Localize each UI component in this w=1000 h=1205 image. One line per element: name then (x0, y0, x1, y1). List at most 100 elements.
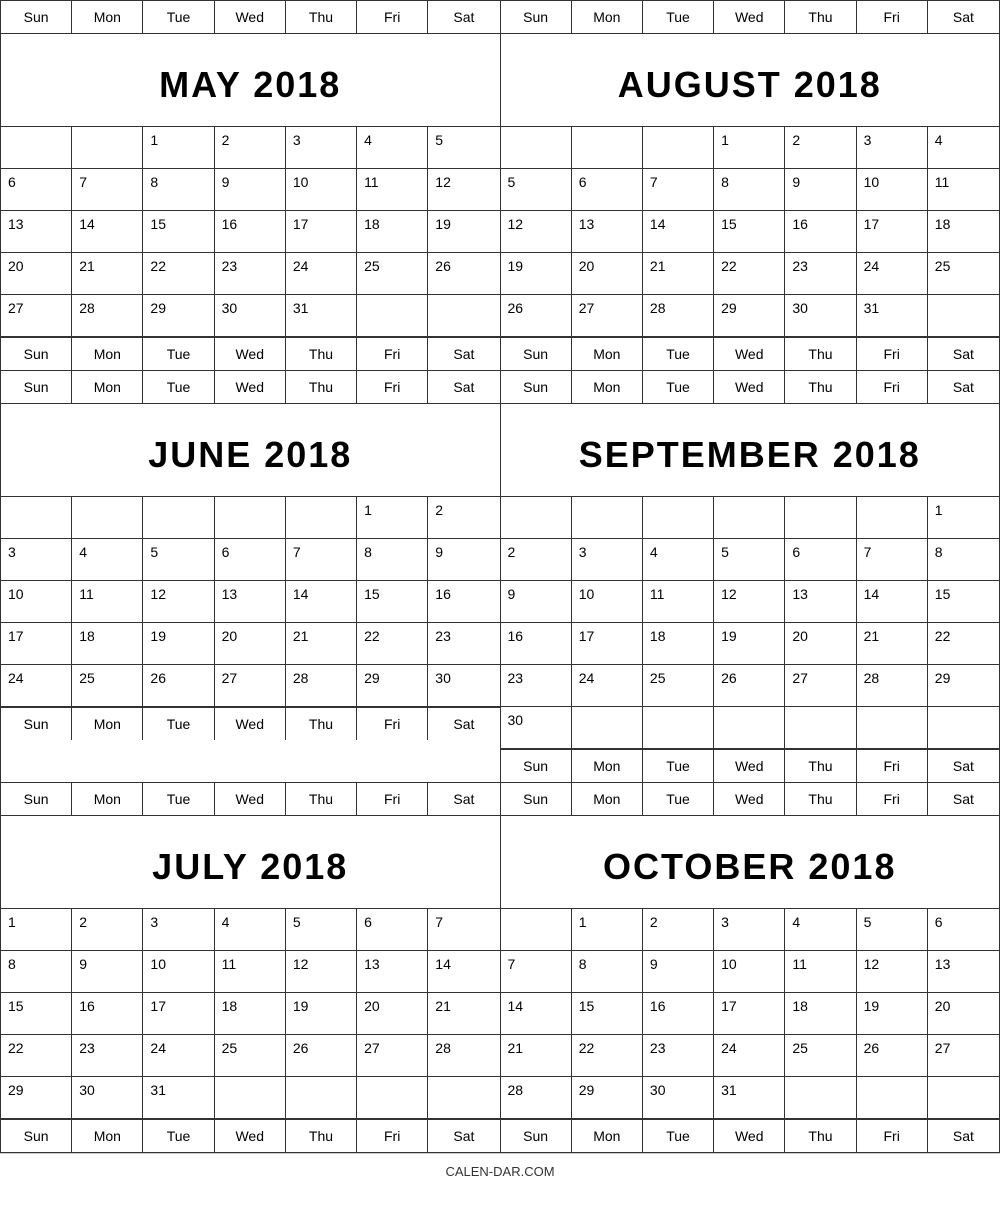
month-title: AUGUST 2018 (501, 64, 1000, 106)
day-cell: 8 (928, 539, 999, 581)
day-cell: 18 (72, 623, 143, 665)
day-cell: 2 (428, 497, 499, 539)
day-cell: 7 (643, 169, 714, 211)
day-cell: 6 (1, 169, 72, 211)
day-cell: 2 (72, 909, 143, 951)
day-cell: 28 (643, 295, 714, 337)
day-cell: 16 (785, 211, 856, 253)
day-header: Sun (501, 783, 572, 815)
bottom-day-header: Mon (572, 1120, 643, 1152)
day-cell: 22 (572, 1035, 643, 1077)
day-cell: 17 (143, 993, 214, 1035)
day-cell (286, 1077, 357, 1119)
day-header: Fri (357, 1, 428, 33)
bottom-day-header: Sun (501, 750, 572, 782)
days-grid: 1234567891011121314151617181920212223242… (501, 497, 1000, 749)
day-cell: 5 (501, 169, 572, 211)
day-cell (215, 497, 286, 539)
day-cell: 18 (643, 623, 714, 665)
bottom-day-header: Sat (428, 338, 499, 370)
day-cell: 26 (714, 665, 785, 707)
day-cell (501, 127, 572, 169)
day-cell: 25 (357, 253, 428, 295)
day-cell (785, 497, 856, 539)
day-header: Mon (572, 371, 643, 403)
bottom-day-header: Mon (72, 338, 143, 370)
day-cell: 13 (928, 951, 999, 993)
bottom-day-header: Mon (72, 1120, 143, 1152)
bottom-day-header: Sat (428, 708, 499, 740)
day-cell: 19 (857, 993, 928, 1035)
day-cell: 30 (643, 1077, 714, 1119)
day-cell: 13 (1, 211, 72, 253)
day-cell (215, 1077, 286, 1119)
day-cell: 25 (785, 1035, 856, 1077)
day-cell: 27 (215, 665, 286, 707)
day-header: Sun (501, 371, 572, 403)
day-cell: 7 (428, 909, 499, 951)
day-cell: 21 (643, 253, 714, 295)
day-cell: 22 (714, 253, 785, 295)
bottom-day-header: Tue (143, 338, 214, 370)
day-header: Mon (72, 783, 143, 815)
month-block: SunMonTueWedThuFriSatMAY 201812345678910… (1, 1, 501, 371)
day-header: Tue (143, 1, 214, 33)
month-title: JULY 2018 (1, 846, 500, 888)
day-cell: 22 (357, 623, 428, 665)
day-cell: 15 (714, 211, 785, 253)
bottom-day-header: Fri (857, 1120, 928, 1152)
day-header: Mon (572, 1, 643, 33)
day-cell: 4 (357, 127, 428, 169)
day-cell: 25 (72, 665, 143, 707)
days-grid: 1234567891011121314151617181920212223242… (501, 909, 1000, 1119)
day-header: Wed (215, 783, 286, 815)
day-cell: 27 (1, 295, 72, 337)
day-header: Thu (785, 371, 856, 403)
day-cell: 28 (72, 295, 143, 337)
page: SunMonTueWedThuFriSatMAY 201812345678910… (0, 0, 1000, 1189)
bottom-day-header: Fri (857, 338, 928, 370)
day-cell: 6 (785, 539, 856, 581)
day-header: Mon (72, 1, 143, 33)
day-cell: 18 (785, 993, 856, 1035)
day-cell: 21 (501, 1035, 572, 1077)
day-cell: 26 (286, 1035, 357, 1077)
day-cell: 29 (714, 295, 785, 337)
day-cell: 21 (428, 993, 499, 1035)
day-cell: 15 (928, 581, 999, 623)
day-cell: 7 (501, 951, 572, 993)
day-cell: 30 (501, 707, 572, 749)
day-cell: 20 (1, 253, 72, 295)
day-cell: 29 (928, 665, 999, 707)
day-cell: 10 (572, 581, 643, 623)
day-cell: 11 (215, 951, 286, 993)
day-header: Mon (72, 371, 143, 403)
day-cell: 4 (643, 539, 714, 581)
day-header: Sat (928, 783, 999, 815)
day-header: Thu (286, 783, 357, 815)
day-cell: 5 (286, 909, 357, 951)
bottom-day-header: Fri (357, 338, 428, 370)
day-header: Tue (143, 371, 214, 403)
days-grid: 1234567891011121314151617181920212223242… (1, 497, 500, 707)
day-cell (714, 707, 785, 749)
day-header: Fri (857, 1, 928, 33)
day-cell: 27 (928, 1035, 999, 1077)
day-header: Tue (643, 783, 714, 815)
day-cell: 20 (928, 993, 999, 1035)
day-cell: 9 (215, 169, 286, 211)
day-cell (72, 497, 143, 539)
day-cell: 5 (143, 539, 214, 581)
day-cell: 13 (785, 581, 856, 623)
day-cell: 10 (1, 581, 72, 623)
day-cell: 10 (714, 951, 785, 993)
day-header: Sun (501, 1, 572, 33)
day-cell: 12 (428, 169, 499, 211)
day-header: Thu (286, 371, 357, 403)
day-header: Wed (714, 1, 785, 33)
bottom-day-header: Thu (785, 750, 856, 782)
day-cell (501, 909, 572, 951)
bottom-day-header: Mon (572, 750, 643, 782)
day-cell: 21 (857, 623, 928, 665)
day-header: Thu (785, 1, 856, 33)
